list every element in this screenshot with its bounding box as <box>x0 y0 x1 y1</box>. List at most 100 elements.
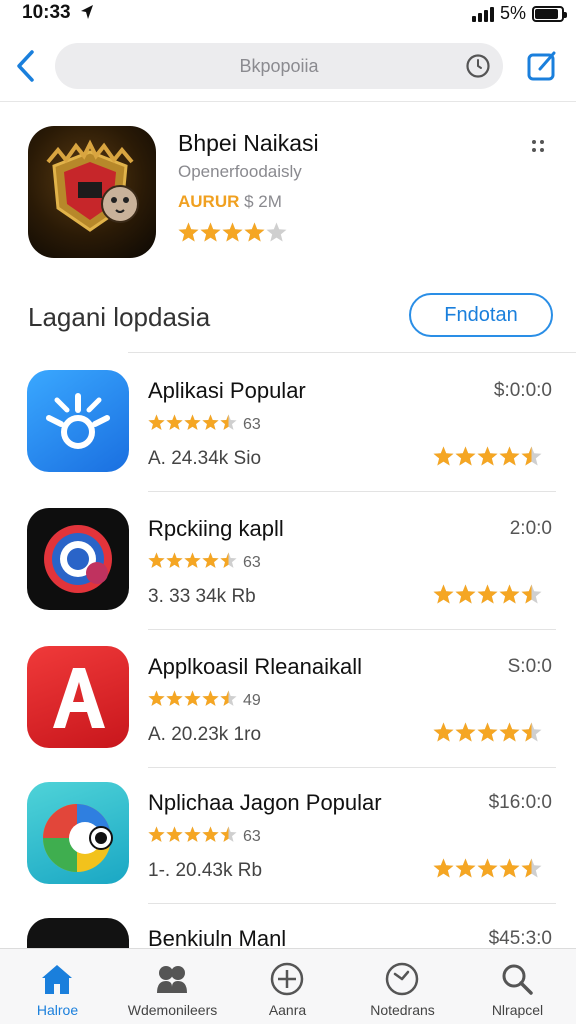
app-row[interactable]: Nplichaa Jagon Popular $16:0:0 63 1-. 20… <box>0 766 576 904</box>
app-stats: 3. 33 34k Rb <box>148 586 256 607</box>
rating-stars <box>433 584 542 610</box>
rating-stars-small <box>148 552 237 574</box>
tab-home[interactable]: Halroe <box>0 949 115 1024</box>
star-icon-filled <box>200 222 221 242</box>
star-icon-filled <box>433 858 454 878</box>
tab-label: Halroe <box>36 1002 79 1018</box>
rating-stars <box>433 446 542 472</box>
featured-app-meta: AURUR $ 2M <box>178 192 282 212</box>
app-price[interactable]: $16:0:0 <box>489 792 552 814</box>
app-name: Aplikasi Popular <box>148 378 306 403</box>
rating-stars <box>433 722 542 748</box>
clock-icon[interactable] <box>465 53 491 79</box>
battery-percent: 5% <box>499 3 526 23</box>
star-icon-filled <box>148 826 165 842</box>
star-icon-filled <box>148 552 165 568</box>
app-price[interactable]: 2:0:0 <box>510 518 552 540</box>
rating-stars-small <box>148 414 237 436</box>
rating-count: 63 <box>243 828 261 845</box>
app-rating: 63 <box>148 826 261 848</box>
featured-app-subtitle: Openerfoodaisly <box>178 162 302 181</box>
tab-add[interactable]: Aanra <box>230 949 345 1024</box>
chrome-like-icon <box>27 782 129 884</box>
rating-stars <box>433 858 542 884</box>
shield-crest-icon <box>46 139 139 232</box>
star-icon-filled <box>148 414 165 430</box>
battery-icon <box>532 5 567 22</box>
location-arrow-icon <box>81 5 93 19</box>
app-stats: A. 20.23k 1ro <box>148 724 262 745</box>
search-input[interactable]: Bkpopoiia <box>55 43 503 89</box>
star-icon-filled <box>166 826 183 842</box>
app-row[interactable]: Aplikasi Popular $:0:0:0 63 A. 24.34k Si… <box>0 354 576 492</box>
app-name: Applkoasil Rleanaikall <box>148 654 363 679</box>
people-icon <box>157 966 187 993</box>
rating-stars-small <box>148 826 237 848</box>
rating-count: 63 <box>243 554 261 571</box>
search-placeholder: Bkpopoiia <box>239 56 319 76</box>
star-icon-filled <box>455 722 476 742</box>
star-icon-filled <box>202 552 219 568</box>
app-row[interactable]: Applkoasil Rleanaikall S:0:0 49 A. 20.23… <box>0 630 576 768</box>
app-rating: 49 <box>148 690 261 712</box>
blue-gear-icon <box>27 370 129 472</box>
app-stats: 1-. 20.43k Rb <box>148 860 263 881</box>
star-icon-filled <box>477 722 498 742</box>
app-stats: A. 24.34k Sio <box>148 448 262 469</box>
star-icon-filled <box>455 446 476 466</box>
featured-app[interactable]: Bhpei Naikasi Openerfoodaisly AURUR $ 2M <box>0 104 576 274</box>
app-rating: 63 <box>148 552 261 574</box>
signal-icon <box>471 6 494 22</box>
status-bar: 10:33 5% <box>0 0 576 28</box>
featured-app-title: Bhpei Naikasi <box>178 130 319 156</box>
star-icon-filled <box>433 446 454 466</box>
section-title: Lagani lopdasia <box>28 302 211 332</box>
tab-updates[interactable]: Notedrans <box>345 949 460 1024</box>
tab-label: Wdemonileers <box>127 1002 218 1018</box>
rating-count: 63 <box>243 416 261 433</box>
tab-label: Notedrans <box>370 1002 435 1018</box>
star-icon-filled <box>202 690 219 706</box>
more-options-icon[interactable] <box>532 138 548 154</box>
star-icon-filled <box>148 690 165 706</box>
star-icon-filled <box>202 414 219 430</box>
featured-app-tag: AURUR <box>178 192 240 211</box>
star-icon-filled <box>499 584 520 604</box>
star-icon-filled <box>455 858 476 878</box>
back-button[interactable] <box>12 46 40 86</box>
star-icon-filled <box>184 552 201 568</box>
section-action-button[interactable]: Fndotan <box>409 293 553 337</box>
app-price[interactable]: S:0:0 <box>508 656 552 678</box>
star-icon-filled <box>499 722 520 742</box>
star-icon-filled <box>178 222 199 242</box>
clock-icon <box>385 962 419 996</box>
app-price[interactable]: $45:3:0 <box>489 928 552 950</box>
compose-icon[interactable] <box>524 46 560 86</box>
rating-count: 49 <box>243 692 261 709</box>
star-icon-filled <box>166 414 183 430</box>
star-icon-filled <box>477 446 498 466</box>
navbar: Bkpopoiia <box>0 38 576 102</box>
star-icon-filled <box>244 222 265 242</box>
tab-people[interactable]: Wdemonileers <box>115 949 230 1024</box>
star-icon-filled <box>455 584 476 604</box>
app-name: Rpckiing kapll <box>148 516 284 541</box>
star-icon-filled <box>222 222 243 242</box>
tab-label: Nlrapcel <box>491 1002 544 1018</box>
app-row[interactable]: Rpckiing kapll 2:0:0 63 3. 33 34k Rb <box>0 492 576 630</box>
tab-label: Aanra <box>268 1002 307 1018</box>
star-icon-filled <box>477 858 498 878</box>
star-icon-filled <box>477 584 498 604</box>
tab-bar: Halroe Wdemonileers Aanra Notedrans Nlra… <box>0 948 576 1024</box>
app-price[interactable]: $:0:0:0 <box>494 380 552 402</box>
featured-app-icon <box>28 126 156 258</box>
rating-stars-small <box>148 690 237 712</box>
star-icon-filled <box>184 826 201 842</box>
tab-search[interactable]: Nlrapcel <box>460 949 575 1024</box>
status-time: 10:33 <box>22 2 71 23</box>
star-icon-filled <box>202 826 219 842</box>
plus-circle-icon <box>270 962 304 996</box>
app-name: Nplichaa Jagon Popular <box>148 790 382 815</box>
star-icon-filled <box>166 552 183 568</box>
search-icon <box>502 964 533 995</box>
